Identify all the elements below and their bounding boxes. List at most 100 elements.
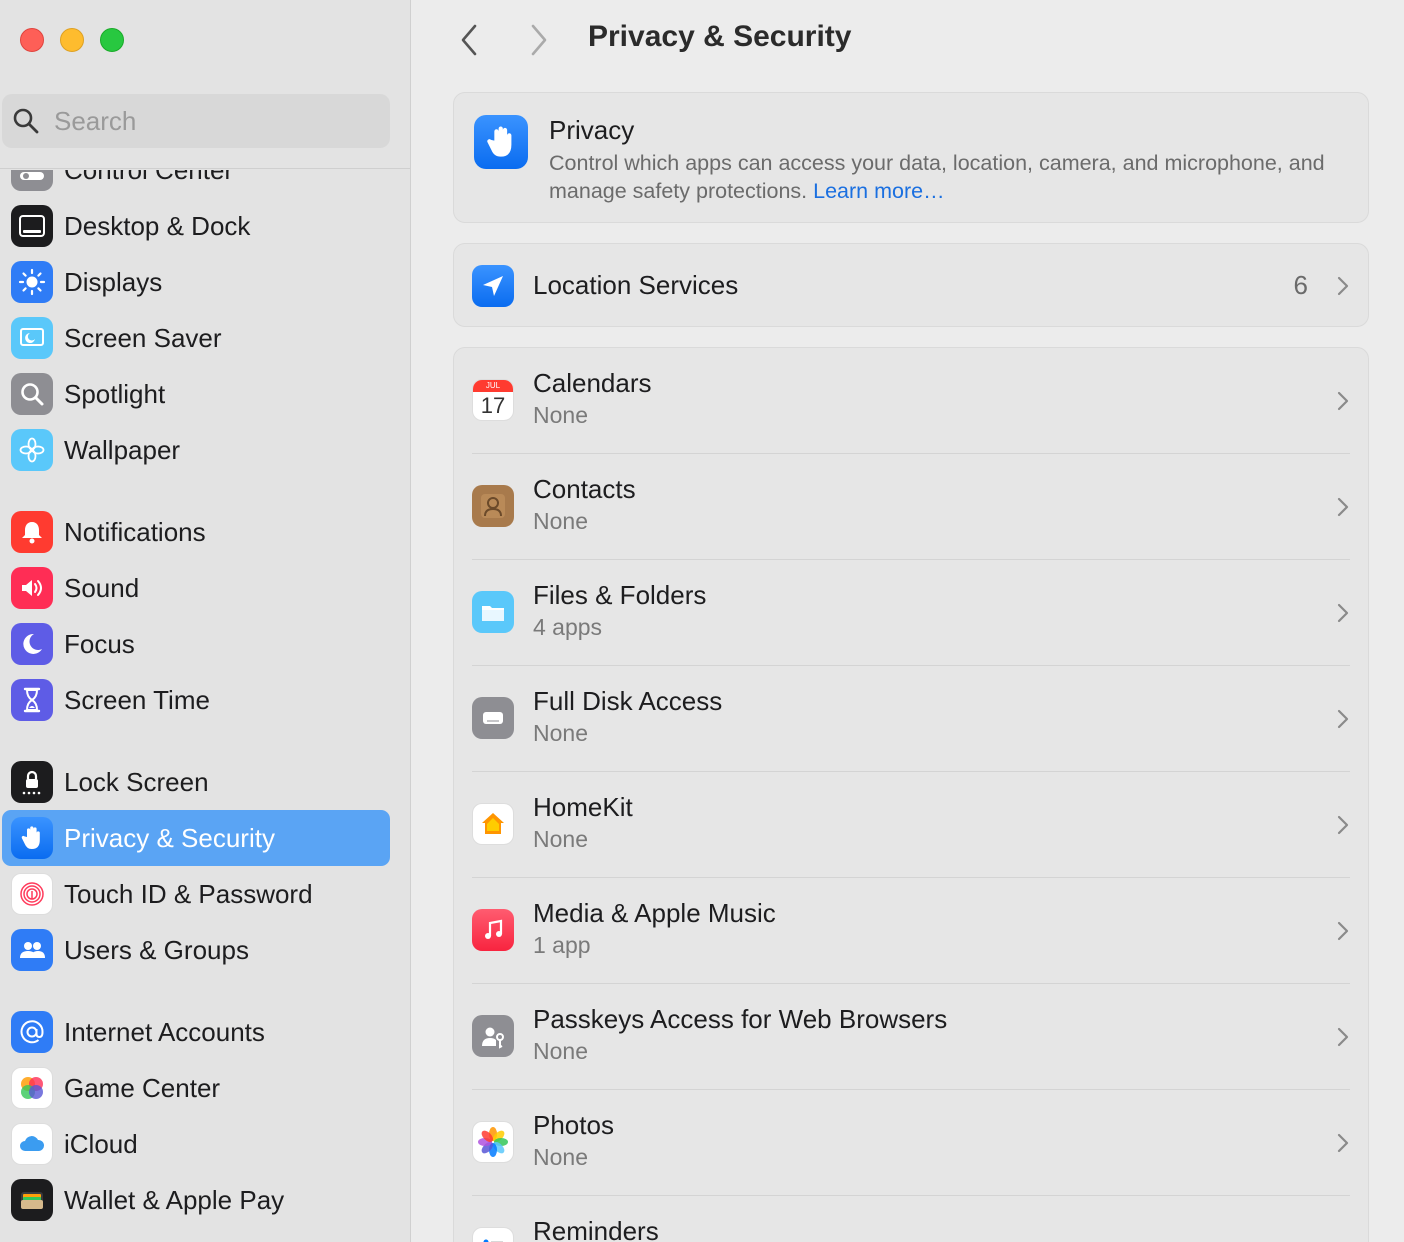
sidebar-item-wallpaper[interactable]: Wallpaper xyxy=(2,422,390,478)
row-contacts[interactable]: Contacts None xyxy=(454,454,1368,560)
users-icon xyxy=(11,929,53,971)
sidebar-item-users-groups[interactable]: Users & Groups xyxy=(2,922,390,978)
row-homekit[interactable]: HomeKit None xyxy=(454,772,1368,878)
sidebar-item-game-center[interactable]: Game Center xyxy=(2,1060,390,1116)
chevron-right-icon xyxy=(1337,276,1349,296)
sidebar-list[interactable]: Control Center Desktop & Dock Displays xyxy=(0,170,410,1242)
icloud-icon xyxy=(11,1123,53,1165)
settings-window: Control Center Desktop & Dock Displays xyxy=(0,0,1404,1242)
learn-more-link[interactable]: Learn more… xyxy=(813,179,944,203)
row-title: Reminders xyxy=(533,1216,659,1242)
control-center-icon xyxy=(11,170,53,191)
sidebar-item-label: Control Center xyxy=(64,170,233,186)
minimize-button[interactable] xyxy=(60,28,84,52)
sidebar-item-label: Touch ID & Password xyxy=(64,878,313,909)
row-passkeys-access[interactable]: Passkeys Access for Web Browsers None xyxy=(454,984,1368,1090)
row-subtitle: None xyxy=(533,1038,588,1064)
row-media-apple-music[interactable]: Media & Apple Music 1 app xyxy=(454,878,1368,984)
calendar-month: JUL xyxy=(473,380,513,392)
page-title: Privacy & Security xyxy=(588,20,852,53)
sidebar-item-screen-time[interactable]: Screen Time xyxy=(2,672,390,728)
chevron-right-icon xyxy=(1337,709,1349,729)
back-button[interactable] xyxy=(451,22,487,58)
sidebar-item-privacy-security[interactable]: Privacy & Security xyxy=(2,810,390,866)
screen-saver-icon xyxy=(11,317,53,359)
row-title: Media & Apple Music xyxy=(533,898,776,928)
sidebar-item-screen-saver[interactable]: Screen Saver xyxy=(2,310,390,366)
sidebar-item-displays[interactable]: Displays xyxy=(2,254,390,310)
sidebar-item-label: Users & Groups xyxy=(64,934,249,965)
sidebar: Control Center Desktop & Dock Displays xyxy=(0,0,411,1242)
sound-icon xyxy=(11,567,53,609)
search-input[interactable] xyxy=(52,104,356,138)
search-icon xyxy=(13,108,39,134)
desktop-dock-icon xyxy=(11,205,53,247)
fingerprint-icon xyxy=(11,873,53,915)
sidebar-item-label: Screen Time xyxy=(64,684,210,715)
focus-icon xyxy=(11,623,53,665)
reminders-icon xyxy=(472,1227,514,1242)
sidebar-item-desktop-dock[interactable]: Desktop & Dock xyxy=(2,198,390,254)
sidebar-item-control-center[interactable]: Control Center xyxy=(2,170,390,198)
row-reminders[interactable]: Reminders xyxy=(454,1196,1368,1242)
hand-icon xyxy=(474,115,528,169)
sidebar-item-notifications[interactable]: Notifications xyxy=(2,504,390,560)
forward-button[interactable] xyxy=(521,22,557,58)
row-calendars[interactable]: JUL 17 Calendars None xyxy=(454,348,1368,454)
row-subtitle: None xyxy=(533,402,588,428)
sidebar-item-label: Desktop & Dock xyxy=(64,210,251,241)
row-subtitle: None xyxy=(533,508,588,534)
main-content: Privacy & Security Privacy Control which… xyxy=(411,0,1404,1242)
chevron-right-icon xyxy=(1337,1133,1349,1153)
sidebar-item-focus[interactable]: Focus xyxy=(2,616,390,672)
wallet-icon xyxy=(11,1179,53,1221)
spotlight-icon xyxy=(11,373,53,415)
row-photos[interactable]: Photos None xyxy=(454,1090,1368,1196)
sidebar-item-lock-screen[interactable]: Lock Screen xyxy=(2,754,390,810)
row-files-folders[interactable]: Files & Folders 4 apps xyxy=(454,560,1368,666)
chevron-right-icon xyxy=(1337,603,1349,623)
row-title: Passkeys Access for Web Browsers xyxy=(533,1004,948,1034)
sidebar-item-touch-id[interactable]: Touch ID & Password xyxy=(2,866,390,922)
row-full-disk-access[interactable]: Full Disk Access None xyxy=(454,666,1368,772)
row-subtitle: None xyxy=(533,720,588,746)
zoom-button[interactable] xyxy=(100,28,124,52)
chevron-right-icon xyxy=(531,24,547,56)
search-field[interactable] xyxy=(2,94,390,148)
search-divider xyxy=(0,168,410,169)
location-services-count: 6 xyxy=(1293,270,1308,300)
sidebar-item-label: Wallet & Apple Pay xyxy=(64,1184,285,1215)
sidebar-item-label: Notifications xyxy=(64,516,206,547)
at-icon xyxy=(11,1011,53,1053)
row-title: Photos xyxy=(533,1110,614,1140)
screen-time-icon xyxy=(11,679,53,721)
displays-icon xyxy=(11,261,53,303)
sidebar-item-label: Wallpaper xyxy=(64,434,181,465)
sidebar-item-icloud[interactable]: iCloud xyxy=(2,1116,390,1172)
calendar-day: 17 xyxy=(480,393,506,418)
row-subtitle: None xyxy=(533,826,588,852)
privacy-title: Privacy xyxy=(549,115,635,145)
sidebar-item-sound[interactable]: Sound xyxy=(2,560,390,616)
privacy-description: Control which apps can access your data,… xyxy=(549,149,1329,205)
sidebar-item-wallet[interactable]: Wallet & Apple Pay xyxy=(2,1172,390,1228)
sidebar-item-label: Game Center xyxy=(64,1072,221,1103)
chevron-left-icon xyxy=(461,24,477,56)
location-services-row[interactable]: Location Services 6 xyxy=(453,243,1369,327)
passkeys-icon xyxy=(472,1015,514,1057)
sidebar-item-label: Internet Accounts xyxy=(64,1016,265,1047)
sidebar-item-label: Spotlight xyxy=(64,378,166,409)
game-center-icon xyxy=(11,1067,53,1109)
chevron-right-icon xyxy=(1337,1027,1349,1047)
close-button[interactable] xyxy=(20,28,44,52)
chevron-right-icon xyxy=(1337,391,1349,411)
sidebar-item-internet-accounts[interactable]: Internet Accounts xyxy=(2,1004,390,1060)
row-subtitle: 1 app xyxy=(533,932,591,958)
row-title: Files & Folders xyxy=(533,580,707,610)
privacy-header-card: Privacy Control which apps can access yo… xyxy=(453,92,1369,223)
sidebar-item-spotlight[interactable]: Spotlight xyxy=(2,366,390,422)
sidebar-item-label: Displays xyxy=(64,266,163,297)
sidebar-item-label: Focus xyxy=(64,628,135,659)
row-subtitle: 4 apps xyxy=(533,614,603,640)
row-title: Calendars xyxy=(533,368,652,398)
